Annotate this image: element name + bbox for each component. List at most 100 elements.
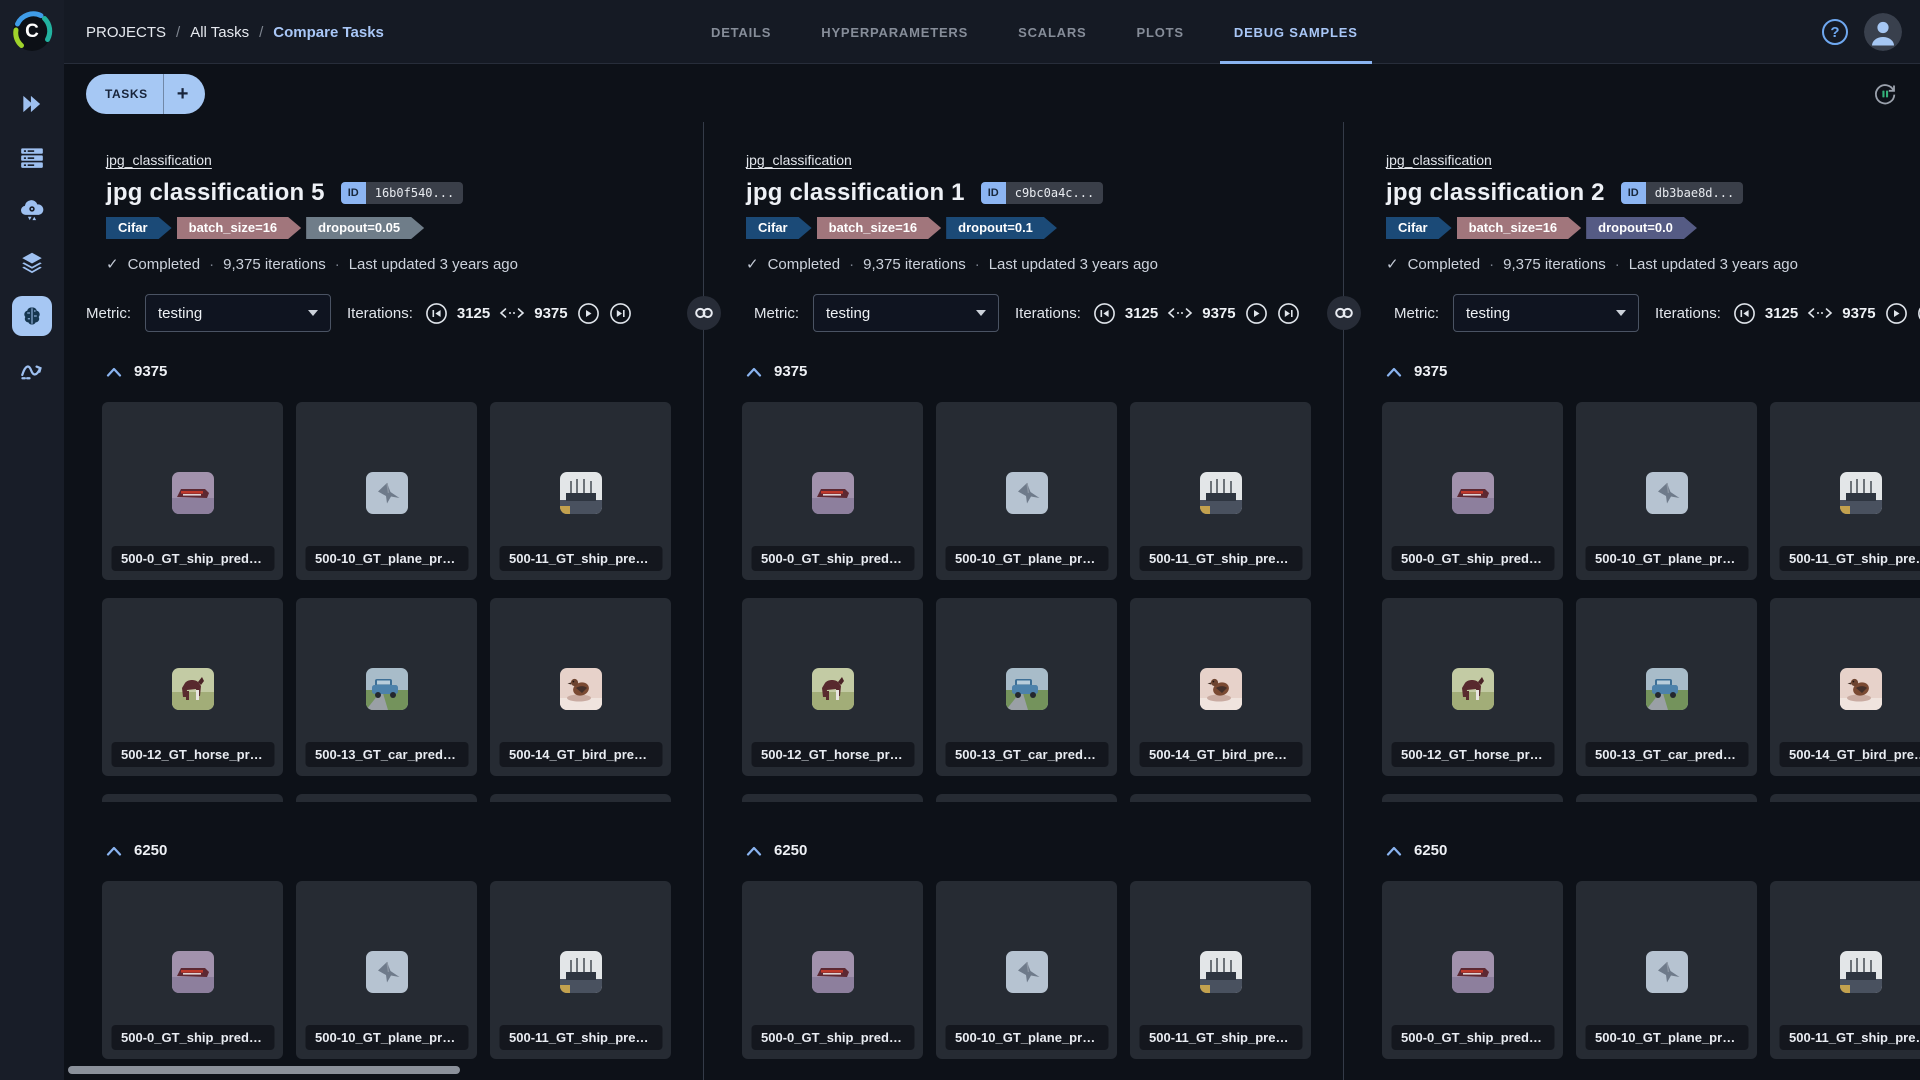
- sidebar-item-pipelines[interactable]: [12, 349, 52, 389]
- debug-sample-card[interactable]: [490, 794, 671, 802]
- ship-thumbnail: [812, 951, 854, 993]
- tag[interactable]: dropout=0.1: [946, 217, 1057, 239]
- debug-sample-card[interactable]: 500-13_GT_car_pred_…: [1576, 598, 1757, 776]
- tag[interactable]: Cifar: [746, 217, 812, 239]
- status-state: Completed: [128, 256, 201, 273]
- debug-sample-card[interactable]: 500-12_GT_horse_pre…: [102, 598, 283, 776]
- project-link[interactable]: jpg_classification: [106, 152, 212, 168]
- debug-sample-card[interactable]: 500-12_GT_horse_pre…: [1382, 598, 1563, 776]
- debug-sample-card[interactable]: [102, 794, 283, 802]
- dot-separator: ·: [1615, 256, 1620, 273]
- debug-sample-card[interactable]: 500-10_GT_plane_pre…: [296, 402, 477, 580]
- section-header[interactable]: 6250: [1386, 842, 1920, 859]
- link-columns-button[interactable]: [1327, 296, 1361, 330]
- next-iteration-button[interactable]: [577, 302, 600, 325]
- tab-label: PLOTS: [1137, 25, 1184, 40]
- project-link[interactable]: jpg_classification: [1386, 152, 1492, 168]
- tab-debug-samples[interactable]: DEBUG SAMPLES: [1232, 0, 1360, 64]
- debug-sample-card[interactable]: 500-10_GT_plane_pre…: [936, 881, 1117, 1059]
- debug-sample-card[interactable]: 500-11_GT_ship_pred…: [1130, 402, 1311, 580]
- tag[interactable]: Cifar: [106, 217, 172, 239]
- user-avatar-icon[interactable]: [1864, 13, 1902, 51]
- section-header[interactable]: 9375: [106, 363, 703, 380]
- debug-sample-card[interactable]: 500-13_GT_car_pred_…: [296, 598, 477, 776]
- section-header[interactable]: 6250: [746, 842, 1343, 859]
- previous-iteration-button[interactable]: [1093, 302, 1116, 325]
- task-title: jpg classification 5: [106, 179, 325, 207]
- metric-select[interactable]: testing: [145, 294, 331, 332]
- debug-sample-card[interactable]: [742, 794, 923, 802]
- debug-sample-card[interactable]: [296, 794, 477, 802]
- tag[interactable]: batch_size=16: [177, 217, 302, 239]
- debug-sample-card[interactable]: 500-13_GT_car_pred_…: [936, 598, 1117, 776]
- section-header[interactable]: 9375: [1386, 363, 1920, 380]
- debug-sample-card[interactable]: 500-11_GT_ship_pred…: [1770, 881, 1920, 1059]
- debug-sample-card[interactable]: [1130, 794, 1311, 802]
- completed-check-icon: ✓: [1386, 255, 1399, 273]
- tab-details[interactable]: DETAILS: [709, 0, 773, 64]
- debug-sample-card[interactable]: 500-11_GT_ship_pred…: [1770, 402, 1920, 580]
- debug-sample-card[interactable]: 500-11_GT_ship_pred…: [490, 881, 671, 1059]
- section-header[interactable]: 6250: [106, 842, 703, 859]
- tag[interactable]: Cifar: [1386, 217, 1452, 239]
- debug-sample-card[interactable]: 500-0_GT_ship_pred_…: [1382, 402, 1563, 580]
- add-task-button[interactable]: +: [164, 74, 206, 114]
- breadcrumb-all-tasks[interactable]: All Tasks: [190, 24, 249, 41]
- debug-sample-card[interactable]: 500-0_GT_ship_pred_…: [102, 402, 283, 580]
- debug-sample-card[interactable]: [1770, 794, 1920, 802]
- task-id-badge[interactable]: ID 16b0f540...: [341, 182, 463, 204]
- debug-sample-card[interactable]: 500-12_GT_horse_pre…: [742, 598, 923, 776]
- debug-sample-card[interactable]: 500-14_GT_bird_pred…: [490, 598, 671, 776]
- next-iteration-button[interactable]: [1885, 302, 1908, 325]
- task-column: jpg_classification jpg classification 1 …: [704, 122, 1344, 1080]
- project-link[interactable]: jpg_classification: [746, 152, 852, 168]
- breadcrumb-projects[interactable]: PROJECTS: [86, 24, 166, 41]
- previous-iteration-button[interactable]: [1733, 302, 1756, 325]
- debug-sample-card[interactable]: [1382, 794, 1563, 802]
- last-iteration-button[interactable]: [1277, 302, 1300, 325]
- tag[interactable]: batch_size=16: [817, 217, 942, 239]
- sidebar-item-workers-queues[interactable]: [12, 137, 52, 177]
- previous-iteration-button[interactable]: [425, 302, 448, 325]
- debug-sample-card[interactable]: 500-0_GT_ship_pred_…: [742, 881, 923, 1059]
- next-iteration-button[interactable]: [1245, 302, 1268, 325]
- clearml-logo[interactable]: C: [8, 8, 56, 56]
- metric-select[interactable]: testing: [813, 294, 999, 332]
- debug-sample-card[interactable]: 500-10_GT_plane_pre…: [936, 402, 1117, 580]
- debug-sample-card[interactable]: 500-0_GT_ship_pred_…: [742, 402, 923, 580]
- task-id-badge[interactable]: ID c9bc0a4c...: [981, 182, 1103, 204]
- sidebar-item-datasets-layers[interactable]: [12, 243, 52, 283]
- app-header: PROJECTS / All Tasks / Compare Tasks DET…: [64, 0, 1920, 64]
- link-columns-button[interactable]: [687, 296, 721, 330]
- debug-sample-card[interactable]: 500-0_GT_ship_pred_…: [1382, 881, 1563, 1059]
- auto-refresh-icon[interactable]: [1872, 81, 1898, 107]
- debug-sample-card[interactable]: [936, 794, 1117, 802]
- plane-thumbnail: [1006, 472, 1048, 514]
- tag[interactable]: batch_size=16: [1457, 217, 1582, 239]
- tag[interactable]: dropout=0.0: [1586, 217, 1697, 239]
- debug-sample-card[interactable]: 500-0_GT_ship_pred_…: [102, 881, 283, 1059]
- tasks-button[interactable]: TASKS: [86, 74, 163, 114]
- task-id-badge[interactable]: ID db3bae8d...: [1621, 182, 1743, 204]
- debug-sample-card[interactable]: 500-11_GT_ship_pred…: [490, 402, 671, 580]
- tag[interactable]: dropout=0.05: [306, 217, 424, 239]
- debug-sample-card[interactable]: [1576, 794, 1757, 802]
- sidebar-item-models-brain[interactable]: [12, 296, 52, 336]
- last-iteration-button[interactable]: [1917, 302, 1920, 325]
- help-icon[interactable]: ?: [1822, 19, 1848, 45]
- debug-sample-card[interactable]: 500-10_GT_plane_pre…: [1576, 881, 1757, 1059]
- section-header[interactable]: 9375: [746, 363, 1343, 380]
- sidebar-item-double-chevron-right[interactable]: [12, 84, 52, 124]
- last-iteration-button[interactable]: [609, 302, 632, 325]
- debug-sample-card[interactable]: 500-10_GT_plane_pre…: [296, 881, 477, 1059]
- sidebar-item-cloud-autoscaler[interactable]: [12, 190, 52, 230]
- debug-sample-card[interactable]: 500-14_GT_bird_pred…: [1130, 598, 1311, 776]
- debug-sample-card[interactable]: 500-10_GT_plane_pre…: [1576, 402, 1757, 580]
- tab-hyperparameters[interactable]: HYPERPARAMETERS: [819, 0, 970, 64]
- debug-sample-card[interactable]: 500-11_GT_ship_pred…: [1130, 881, 1311, 1059]
- debug-sample-card[interactable]: 500-14_GT_bird_pred…: [1770, 598, 1920, 776]
- tab-plots[interactable]: PLOTS: [1135, 0, 1186, 64]
- horizontal-scrollbar[interactable]: [68, 1066, 460, 1074]
- metric-select[interactable]: testing: [1453, 294, 1639, 332]
- tab-scalars[interactable]: SCALARS: [1016, 0, 1088, 64]
